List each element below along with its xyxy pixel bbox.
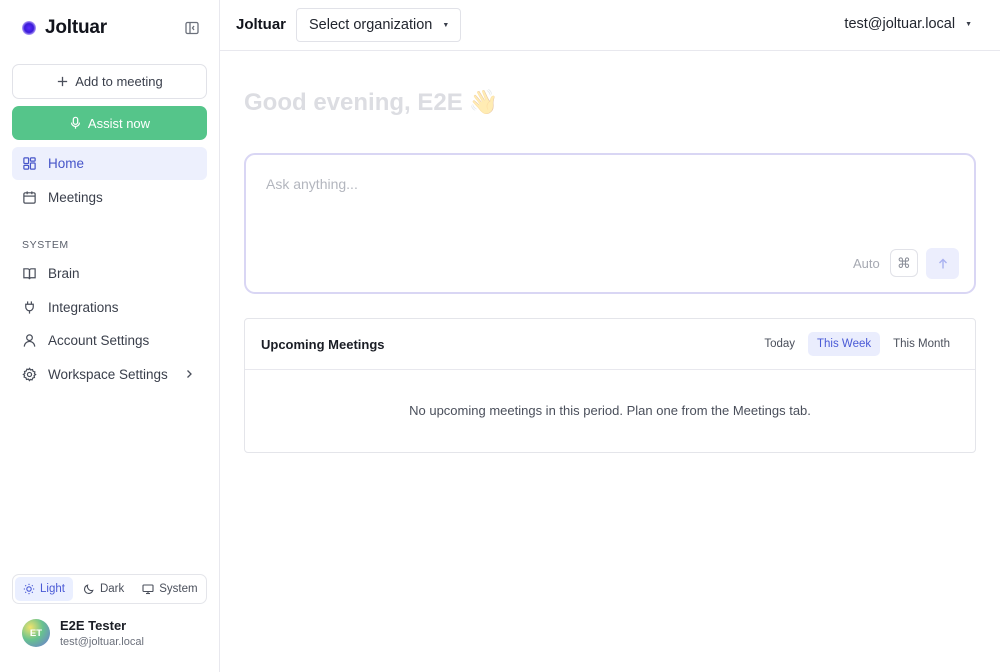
- organization-select[interactable]: Select organization ▼: [296, 8, 461, 42]
- sidebar-item-label: Integrations: [48, 300, 119, 315]
- empty-state-message: No upcoming meetings in this period. Pla…: [409, 403, 811, 418]
- waving-hand-icon: 👋: [468, 89, 499, 116]
- theme-light-label: Light: [40, 583, 65, 595]
- add-to-meeting-label: Add to meeting: [75, 74, 163, 89]
- tab-today[interactable]: Today: [755, 332, 804, 356]
- theme-dark-option[interactable]: Dark: [75, 577, 132, 601]
- grid-icon: [23, 157, 36, 170]
- tab-this-week[interactable]: This Week: [808, 332, 881, 356]
- theme-dark-label: Dark: [99, 583, 125, 595]
- sidebar: Joltuar Add to meeting Assist now Home M…: [0, 0, 220, 672]
- top-brand: Joltuar: [236, 16, 287, 33]
- plus-icon: [58, 76, 68, 87]
- system-section-label: SYSTEM: [22, 239, 69, 251]
- chevron-right-icon: [187, 370, 192, 378]
- upcoming-meetings-header: Upcoming Meetings Today This Week This M…: [245, 319, 975, 370]
- period-tabs: Today This Week This Month: [755, 332, 959, 356]
- arrow-up-icon: [938, 258, 947, 268]
- plug-icon: [25, 301, 34, 314]
- brand-logo-icon: [22, 21, 36, 35]
- send-button[interactable]: [926, 248, 959, 279]
- theme-system-label: System: [159, 583, 198, 595]
- user-icon: [23, 334, 36, 347]
- command-button[interactable]: ⌘: [890, 249, 918, 277]
- sidebar-item-label: Account Settings: [48, 333, 150, 348]
- user-profile[interactable]: ET E2E Tester test@joltuar.local: [22, 618, 144, 648]
- sidebar-item-label: Home: [48, 156, 85, 171]
- tab-this-month[interactable]: This Month: [884, 332, 959, 356]
- caret-down-icon: ▼: [442, 21, 450, 29]
- microphone-icon: [70, 116, 80, 129]
- brand[interactable]: Joltuar: [22, 17, 107, 39]
- sun-icon: [23, 583, 35, 595]
- gear-icon: [22, 367, 37, 382]
- add-to-meeting-button[interactable]: Add to meeting: [12, 64, 207, 99]
- sidebar-item-meetings[interactable]: Meetings: [12, 181, 207, 214]
- sidebar-item-integrations[interactable]: Integrations: [12, 291, 207, 324]
- sidebar-item-label: Brain: [48, 266, 80, 281]
- moon-icon: [84, 584, 94, 594]
- account-email: test@joltuar.local: [844, 16, 956, 32]
- theme-system-option[interactable]: System: [134, 577, 205, 601]
- organization-select-value: Select organization: [309, 17, 433, 33]
- book-icon: [23, 268, 36, 280]
- top-bar: Joltuar Select organization ▼ test@joltu…: [220, 0, 1000, 51]
- theme-switcher: Light Dark System: [12, 574, 207, 604]
- ask-input[interactable]: [266, 173, 826, 195]
- upcoming-meetings-panel: Upcoming Meetings Today This Week This M…: [244, 318, 976, 453]
- theme-light-option[interactable]: Light: [15, 577, 73, 601]
- assist-now-label: Assist now: [87, 115, 151, 131]
- sidebar-item-brain[interactable]: Brain: [12, 257, 207, 290]
- brand-name: Joltuar: [45, 17, 107, 38]
- monitor-icon: [142, 584, 154, 595]
- caret-down-icon: ▼: [965, 20, 972, 28]
- upcoming-meetings-title: Upcoming Meetings: [261, 337, 385, 352]
- greeting: Good evening, E2E 👋: [244, 88, 499, 117]
- sidebar-item-label: Workspace Settings: [48, 367, 168, 382]
- mode-selector[interactable]: Auto: [853, 256, 880, 271]
- sidebar-item-workspace-settings[interactable]: Workspace Settings: [12, 358, 207, 391]
- account-menu[interactable]: test@joltuar.local ▼: [844, 16, 972, 32]
- assist-now-button[interactable]: Assist now: [12, 106, 207, 140]
- calendar-icon: [23, 191, 36, 204]
- user-email: test@joltuar.local: [60, 636, 144, 648]
- sidebar-item-account-settings[interactable]: Account Settings: [12, 324, 207, 357]
- sidebar-item-label: Meetings: [48, 190, 103, 205]
- collapse-sidebar-icon[interactable]: [184, 20, 200, 36]
- user-name: E2E Tester: [60, 618, 127, 633]
- ask-box: Auto ⌘: [244, 153, 976, 294]
- command-icon: ⌘: [897, 254, 911, 271]
- greeting-text: Good evening, E2E: [244, 88, 463, 116]
- avatar: ET: [22, 619, 50, 647]
- sidebar-item-home[interactable]: Home: [12, 147, 207, 180]
